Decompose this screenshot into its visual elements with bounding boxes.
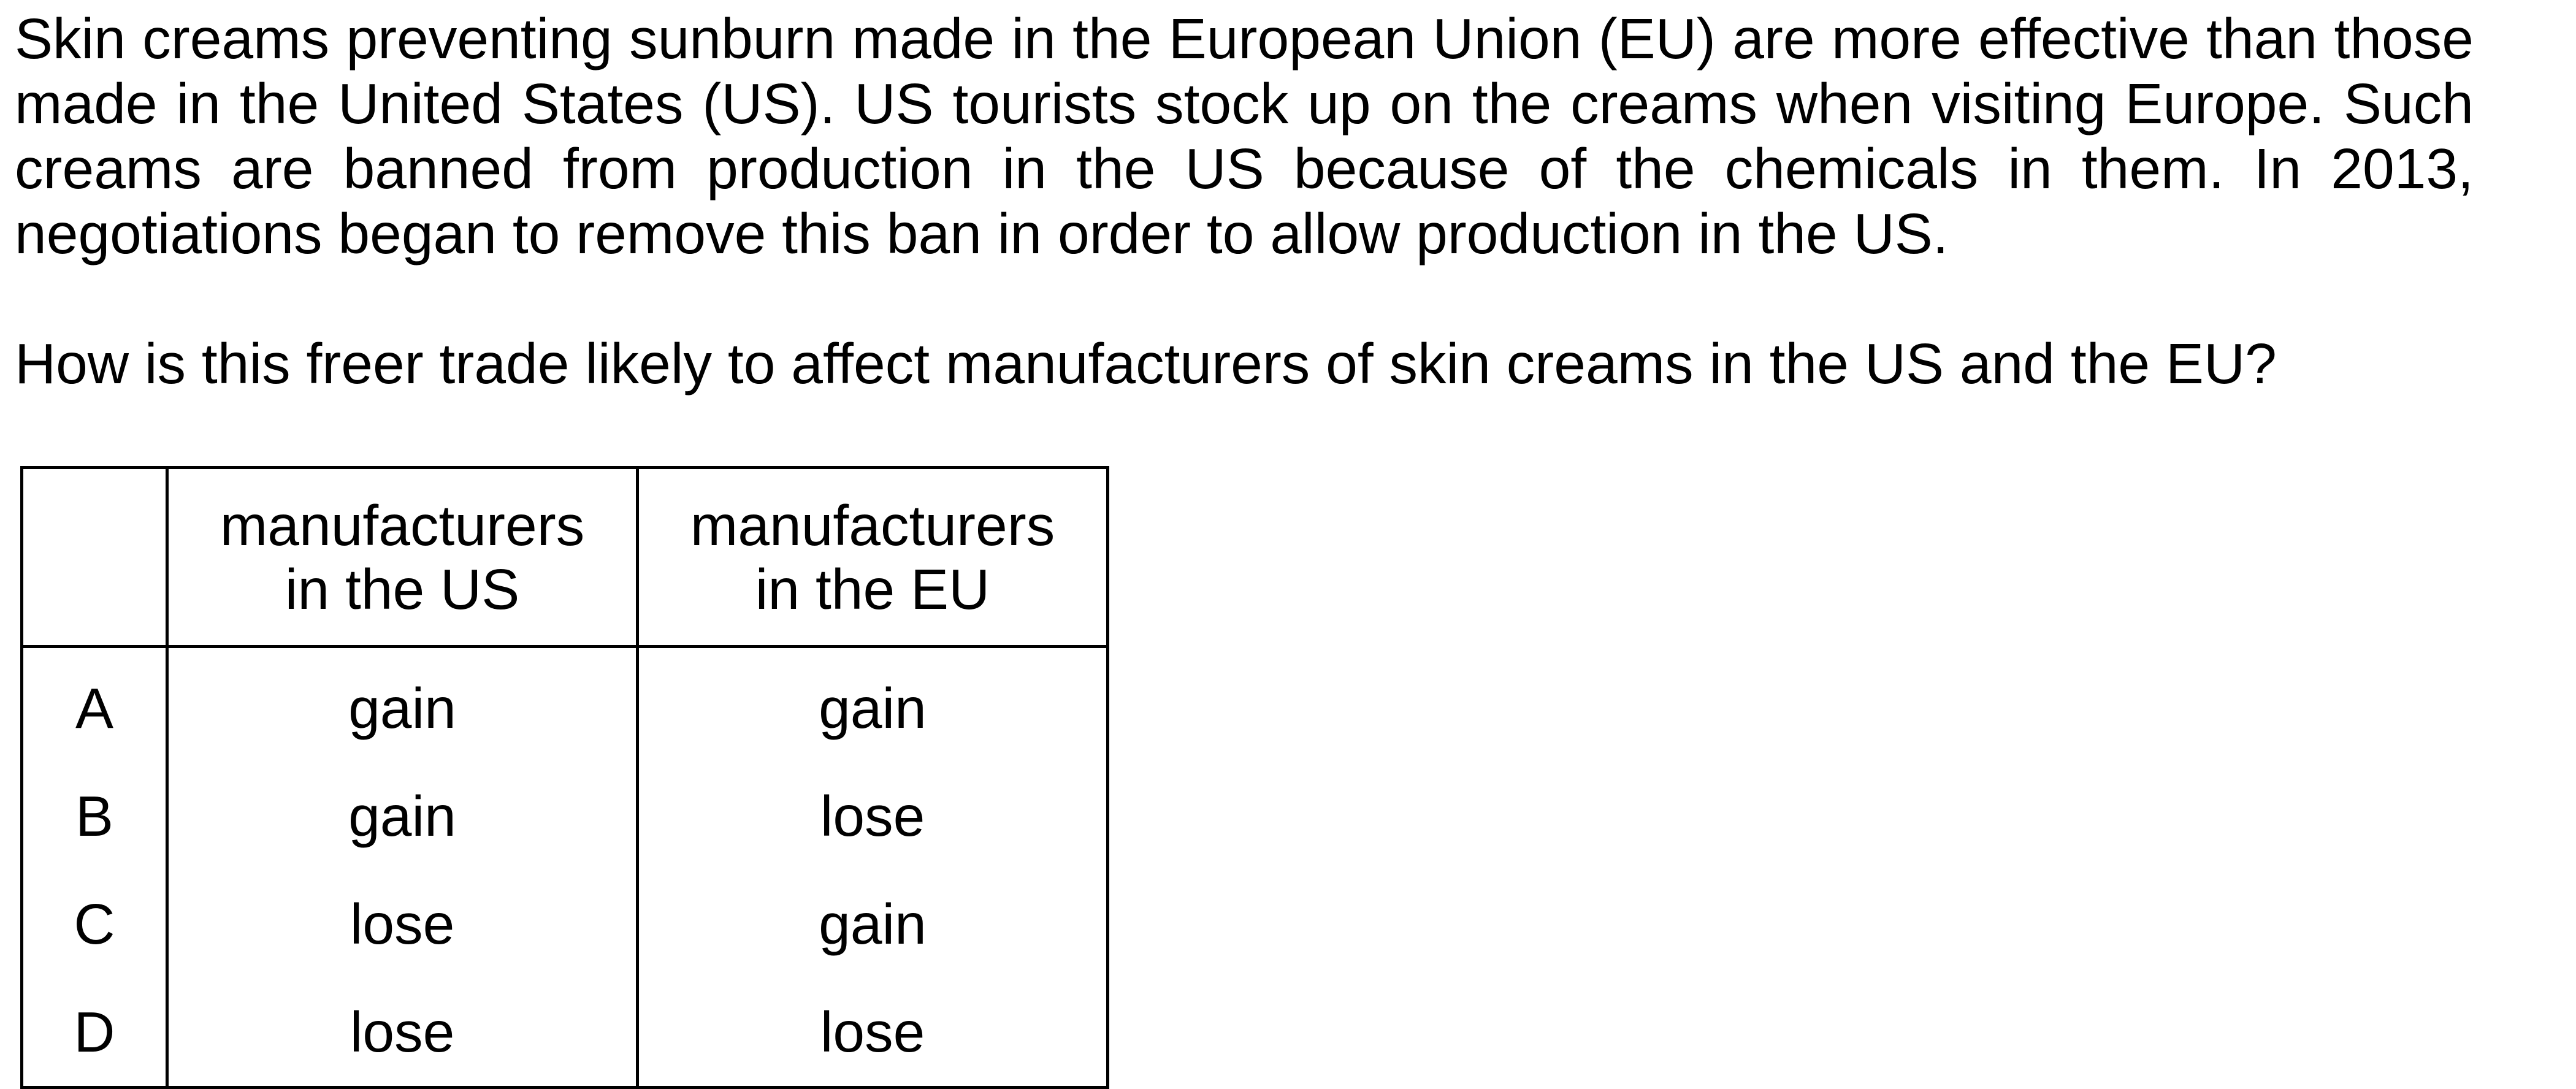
option-letter: D (20, 978, 169, 1089)
header-eu-line1: manufacturers (690, 493, 1055, 557)
option-row-a: A gain gain (20, 646, 1109, 762)
header-blank-cell (20, 466, 169, 648)
option-letter: B (20, 762, 169, 870)
option-us-effect: gain (166, 646, 639, 762)
options-table: manufacturers in the US manufacturers in… (20, 466, 1109, 1089)
header-us-manufacturers: manufacturers in the US (166, 466, 639, 648)
option-us-effect: lose (166, 978, 639, 1089)
header-us-line1: manufacturers (220, 493, 585, 557)
question-text: How is this freer trade likely to affect… (15, 332, 2277, 395)
option-eu-effect: gain (636, 646, 1109, 762)
header-us-line2: in the US (285, 557, 520, 621)
option-eu-effect: gain (636, 870, 1109, 978)
option-us-effect: gain (166, 762, 639, 870)
option-us-effect: lose (166, 870, 639, 978)
question-page: Skin creams preventing sunburn made in t… (0, 0, 2576, 1089)
header-eu-manufacturers: manufacturers in the EU (636, 466, 1109, 648)
option-letter: A (20, 646, 169, 762)
option-row-d: D lose lose (20, 978, 1109, 1089)
header-eu-line2: in the EU (755, 557, 990, 621)
option-eu-effect: lose (636, 762, 1109, 870)
option-letter: C (20, 870, 169, 978)
option-eu-effect: lose (636, 978, 1109, 1089)
table-header-row: manufacturers in the US manufacturers in… (20, 466, 1109, 648)
option-row-c: C lose gain (20, 870, 1109, 978)
passage-text: Skin creams preventing sunburn made in t… (15, 7, 2474, 266)
option-row-b: B gain lose (20, 762, 1109, 870)
